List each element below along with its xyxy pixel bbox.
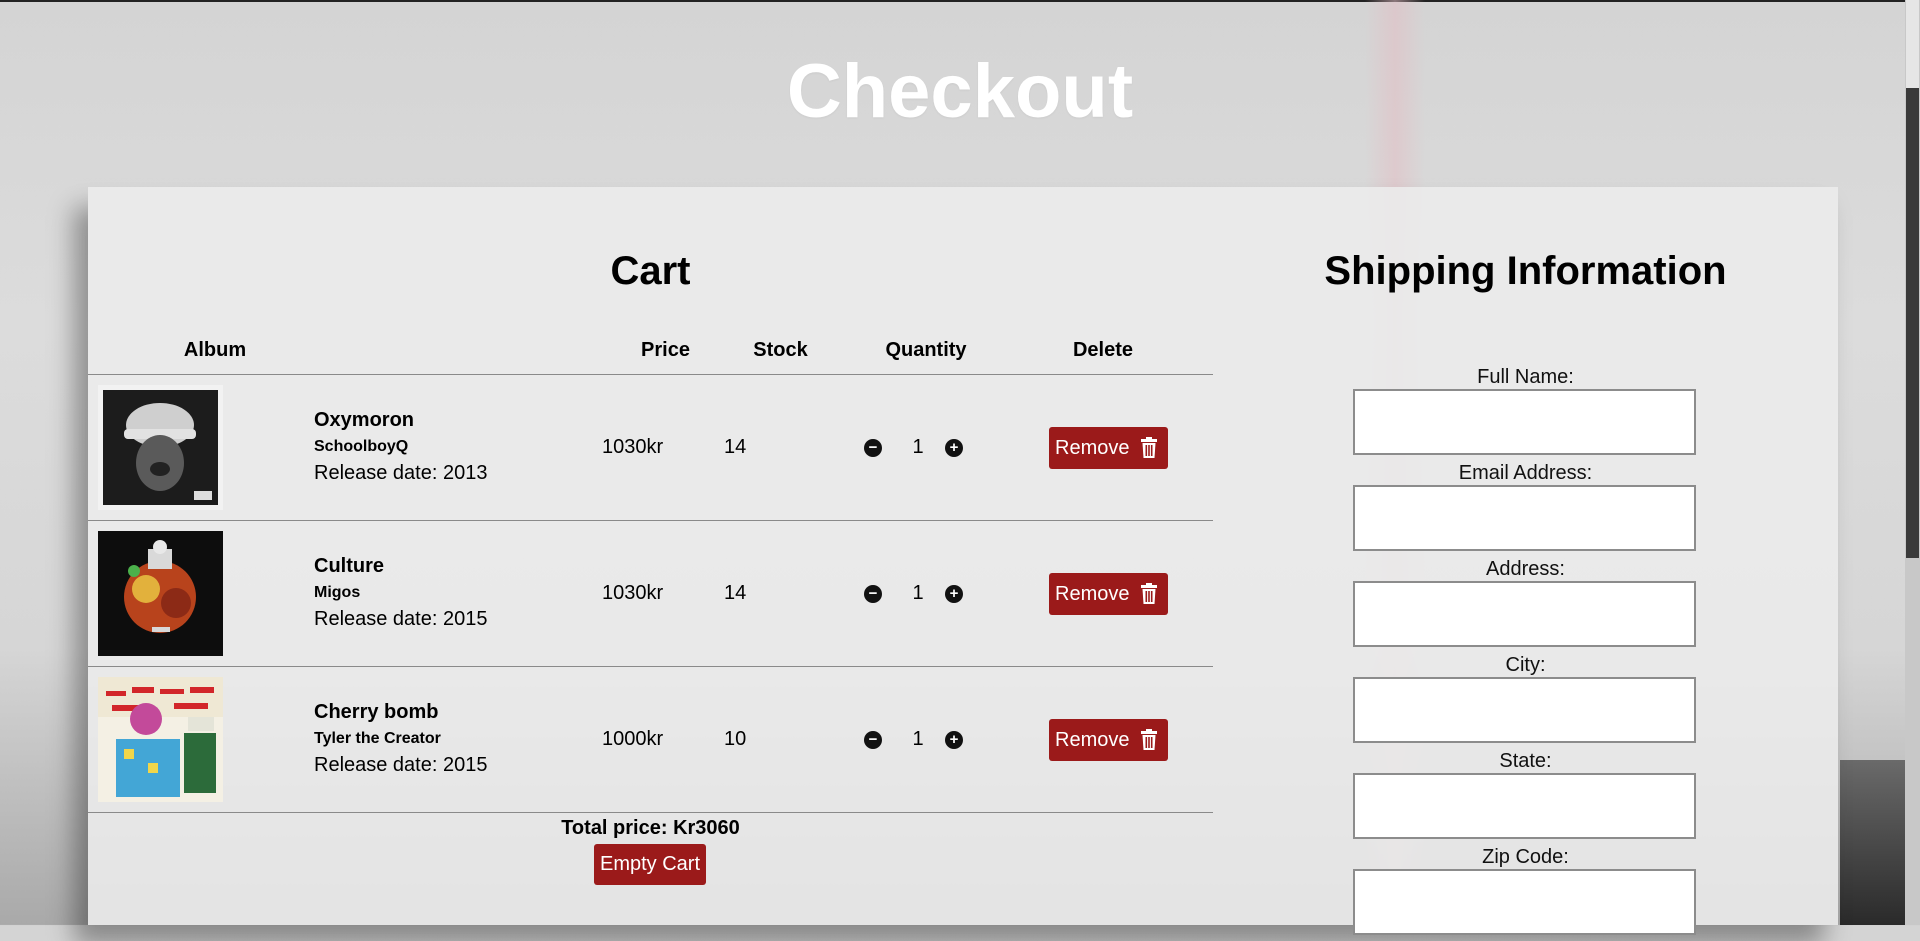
city-label: City: [1505, 654, 1546, 676]
shipping-title: Shipping Information [1324, 249, 1727, 293]
remove-label: Remove [1055, 436, 1130, 459]
full-name-label: Full Name: [1477, 366, 1574, 388]
item-price: 1000kr [602, 728, 664, 750]
remove-label: Remove [1055, 582, 1130, 605]
city-input[interactable] [1353, 677, 1696, 743]
state-input[interactable] [1353, 773, 1696, 839]
cart-row: Cherry bomb Tyler the Creator Release da… [88, 667, 1213, 812]
top-border [0, 0, 1920, 2]
album-cover-cherry-bomb [98, 677, 223, 802]
minus-circle-icon[interactable]: − [864, 585, 882, 603]
item-stock: 10 [724, 728, 747, 750]
release-date: Release date: 2015 [314, 754, 488, 776]
release-date: Release date: 2015 [314, 608, 488, 630]
state-label: State: [1499, 750, 1552, 772]
zip-code-input[interactable] [1353, 869, 1696, 935]
plus-circle-icon[interactable]: + [945, 439, 963, 457]
plus-circle-icon[interactable]: + [945, 731, 963, 749]
header-stock: Stock [753, 339, 808, 361]
zip-code-label: Zip Code: [1482, 846, 1569, 868]
header-price: Price [641, 339, 690, 361]
scrollbar-thumb[interactable] [1906, 88, 1919, 558]
item-stock: 14 [724, 582, 747, 604]
cart-row: Oxymoron SchoolboyQ Release date: 2013 1… [88, 375, 1213, 520]
trash-icon [1141, 437, 1158, 458]
plus-circle-icon[interactable]: + [945, 585, 963, 603]
address-label: Address: [1486, 558, 1565, 580]
checkout-panel: Cart Shipping Information Album Price St… [88, 187, 1838, 935]
header-album: Album [183, 339, 247, 361]
trash-icon [1141, 729, 1158, 750]
full-name-input[interactable] [1353, 389, 1696, 455]
trash-icon [1141, 583, 1158, 604]
minus-circle-icon[interactable]: − [864, 731, 882, 749]
minus-circle-icon[interactable]: − [864, 439, 882, 457]
album-cover-culture [98, 531, 223, 656]
quantity-value: 1 [912, 582, 924, 604]
remove-label: Remove [1055, 728, 1130, 751]
item-price: 1030kr [602, 582, 664, 604]
album-info: Oxymoron SchoolboyQ Release date: 2013 [314, 409, 487, 485]
album-name: Culture [314, 555, 384, 577]
release-date: Release date: 2013 [314, 462, 488, 484]
artist-name: SchoolboyQ [314, 438, 409, 455]
album-info: Culture Migos Release date: 2015 [314, 555, 487, 631]
cart-title: Cart [610, 249, 691, 293]
cart-row: Culture Migos Release date: 2015 1030kr … [88, 521, 1213, 666]
artist-name: Migos [314, 584, 361, 601]
header-quantity: Quantity [885, 339, 967, 361]
row-divider [88, 812, 1213, 813]
item-stock: 14 [724, 436, 747, 458]
email-input[interactable] [1353, 485, 1696, 551]
page-title: Checkout [786, 49, 1134, 134]
artist-name: Tyler the Creator [314, 730, 441, 747]
album-name: Oxymoron [314, 409, 415, 431]
header-delete: Delete [1072, 339, 1134, 361]
address-input[interactable] [1353, 581, 1696, 647]
album-name: Cherry bomb [314, 701, 439, 723]
quantity-value: 1 [912, 436, 924, 458]
item-price: 1030kr [602, 436, 664, 458]
remove-button[interactable]: Remove [1049, 427, 1168, 469]
album-cover-oxymoron [98, 385, 223, 510]
remove-button[interactable]: Remove [1049, 573, 1168, 615]
empty-cart-button[interactable]: Empty Cart [594, 844, 706, 885]
email-label: Email Address: [1458, 462, 1593, 484]
total-price: Total price: Kr3060 [561, 817, 740, 839]
remove-button[interactable]: Remove [1049, 719, 1168, 761]
quantity-value: 1 [912, 728, 924, 750]
album-info: Cherry bomb Tyler the Creator Release da… [314, 701, 487, 777]
shipping-form: Full Name: Email Address: Address: City:… [1353, 365, 1698, 941]
